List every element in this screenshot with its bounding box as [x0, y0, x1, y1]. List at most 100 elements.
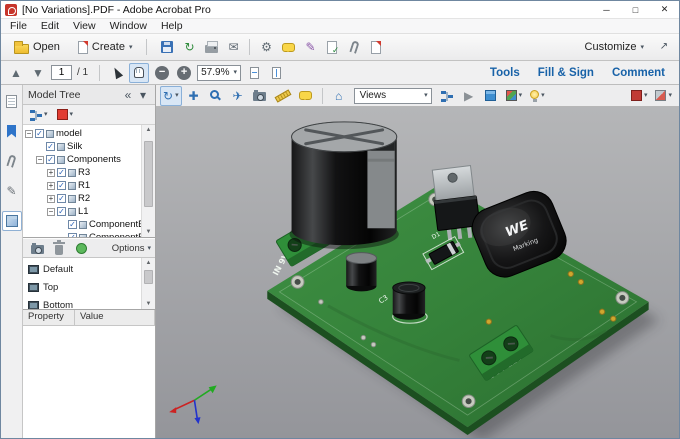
background-color-button[interactable]: ▾ [628, 86, 651, 106]
send-button[interactable] [366, 37, 386, 57]
views-select[interactable]: Views ▾ [353, 87, 432, 104]
delete-view-button[interactable] [49, 238, 69, 258]
gear-button[interactable]: ⚙ [256, 37, 276, 57]
view-item[interactable]: Default [23, 260, 141, 278]
tree-expander-icon[interactable]: − [25, 129, 33, 138]
pan-tool-button[interactable]: ✚ [184, 86, 204, 106]
menu-help[interactable]: Help [154, 20, 190, 32]
tree-node[interactable]: ✓ Silk [23, 140, 141, 153]
measure-tool-button[interactable] [272, 86, 294, 106]
tree-node[interactable]: + ✓ R2 [23, 192, 141, 205]
menu-view[interactable]: View [66, 20, 103, 32]
comment-3d-button[interactable] [296, 86, 316, 106]
views-options-button[interactable]: Options ▾ [112, 243, 151, 254]
tree-node[interactable]: − ✓ Components [23, 153, 141, 166]
views-scrollbar[interactable]: ▲ ▼ [141, 258, 155, 309]
tree-filter-button[interactable]: ▾ [27, 105, 51, 125]
close-button[interactable]: ✕ [650, 1, 679, 18]
property-column-header[interactable]: Property [23, 310, 75, 325]
tree-checkbox-icon[interactable]: ✓ [46, 155, 55, 164]
projection-button[interactable] [481, 86, 501, 106]
tree-node[interactable]: ✓ ComponentBody.16 [23, 231, 141, 237]
fly-tool-button[interactable]: ✈ [228, 86, 248, 106]
scroll-up-icon[interactable]: ▲ [146, 258, 152, 268]
cross-section-button[interactable]: ▾ [652, 86, 675, 106]
tree-checkbox-icon[interactable]: ✓ [57, 168, 66, 177]
play-animation-button[interactable]: ▶ [459, 86, 479, 106]
tree-node[interactable]: ✓ ComponentBody.15 [23, 218, 141, 231]
next-page-button[interactable]: ▼ [28, 63, 48, 83]
panel-menu-button[interactable]: ▾ [136, 87, 150, 103]
select-tool-button[interactable] [107, 63, 127, 83]
3d-scene[interactable]: IN 9V OUT 12V C3 D1 [156, 107, 679, 438]
tree-checkbox-icon[interactable]: ✓ [68, 233, 77, 237]
tree-expander-icon[interactable]: − [47, 207, 55, 216]
maximize-button[interactable]: □ [621, 1, 650, 18]
view-animation-button[interactable] [71, 238, 91, 258]
lighting-button[interactable]: ▾ [527, 86, 548, 106]
tree-expander-icon[interactable]: + [47, 181, 55, 190]
tree-checkbox-icon[interactable]: ✓ [57, 207, 66, 216]
minimize-button[interactable]: ─ [592, 1, 621, 18]
scroll-up-icon[interactable]: ▲ [146, 125, 152, 135]
fill-sign-task-button[interactable]: Fill & Sign [529, 64, 603, 82]
sidebar-page-thumbnails-button[interactable] [2, 91, 22, 111]
tree-checkbox-icon[interactable]: ✓ [57, 194, 66, 203]
forms-button[interactable] [322, 37, 342, 57]
expand-toolbar-button[interactable]: ↗ [654, 37, 674, 57]
view-item[interactable]: Top [23, 278, 141, 296]
tree-checkbox-icon[interactable]: ✓ [46, 142, 55, 151]
tree-checkbox-icon[interactable]: ✓ [57, 181, 66, 190]
email-button[interactable]: ✉ [223, 37, 243, 57]
tree-checkbox-icon[interactable]: ✓ [68, 220, 77, 229]
camera-tool-button[interactable] [250, 86, 270, 106]
customize-button[interactable]: Customize ▾ [577, 38, 652, 56]
scroll-thumb[interactable] [144, 141, 153, 207]
zoom-level-select[interactable]: 57.9% ▾ [197, 64, 241, 81]
zoom-out-button[interactable]: − [152, 63, 172, 83]
open-button[interactable]: Open [6, 38, 68, 57]
create-view-button[interactable] [27, 238, 47, 258]
tree-node[interactable]: − ✓ L1 [23, 205, 141, 218]
sidebar-bookmarks-button[interactable] [2, 121, 22, 141]
save-button[interactable] [157, 37, 177, 57]
share-button[interactable]: ↻ [179, 37, 199, 57]
rotate-tool-button[interactable]: ↻ ▾ [160, 85, 182, 106]
tree-expander-icon[interactable]: + [47, 194, 55, 203]
value-column-header[interactable]: Value [75, 310, 155, 325]
previous-page-button[interactable]: ▲ [6, 63, 26, 83]
tree-scrollbar[interactable]: ▲ ▼ [141, 125, 155, 237]
scroll-down-icon[interactable]: ▼ [146, 227, 152, 237]
print-button[interactable] [201, 37, 221, 57]
hand-tool-button[interactable] [129, 62, 150, 83]
fit-width-button[interactable] [266, 63, 286, 83]
sidebar-model-tree-button[interactable] [1, 211, 22, 231]
scroll-thumb[interactable] [144, 270, 153, 284]
document-viewport[interactable]: IN 9V OUT 12V C3 D1 [156, 107, 679, 438]
comment-bubble-button[interactable] [278, 37, 298, 57]
menu-edit[interactable]: Edit [34, 20, 66, 32]
actual-size-button[interactable] [244, 63, 264, 83]
zoom-in-button[interactable]: + [174, 63, 194, 83]
tree-node[interactable]: − ✓ model [23, 127, 141, 140]
default-view-button[interactable]: ⌂ [329, 86, 349, 106]
model-tree-toggle-button[interactable] [437, 86, 457, 106]
render-mode-button[interactable]: ▾ [503, 86, 526, 106]
tree-node[interactable]: + ✓ R1 [23, 179, 141, 192]
tree-node[interactable]: + ✓ R3 [23, 166, 141, 179]
create-button[interactable]: Create ▾ [70, 38, 141, 57]
collapse-panel-button[interactable]: « [121, 87, 135, 103]
tree-checkbox-icon[interactable]: ✓ [35, 129, 44, 138]
zoom-tool-button[interactable] [206, 86, 226, 106]
sign-button[interactable]: ✎ [300, 37, 320, 57]
sidebar-signatures-button[interactable]: ✎ [2, 181, 22, 201]
scroll-down-icon[interactable]: ▼ [146, 299, 152, 309]
comment-task-button[interactable]: Comment [603, 64, 674, 82]
tree-expander-icon[interactable]: + [47, 168, 55, 177]
tools-task-button[interactable]: Tools [481, 64, 529, 82]
highlight-color-button[interactable]: ▾ [54, 105, 77, 125]
menu-window[interactable]: Window [103, 20, 154, 32]
view-item[interactable]: Bottom [23, 296, 141, 309]
menu-file[interactable]: File [3, 20, 34, 32]
tree-expander-icon[interactable]: − [36, 155, 44, 164]
